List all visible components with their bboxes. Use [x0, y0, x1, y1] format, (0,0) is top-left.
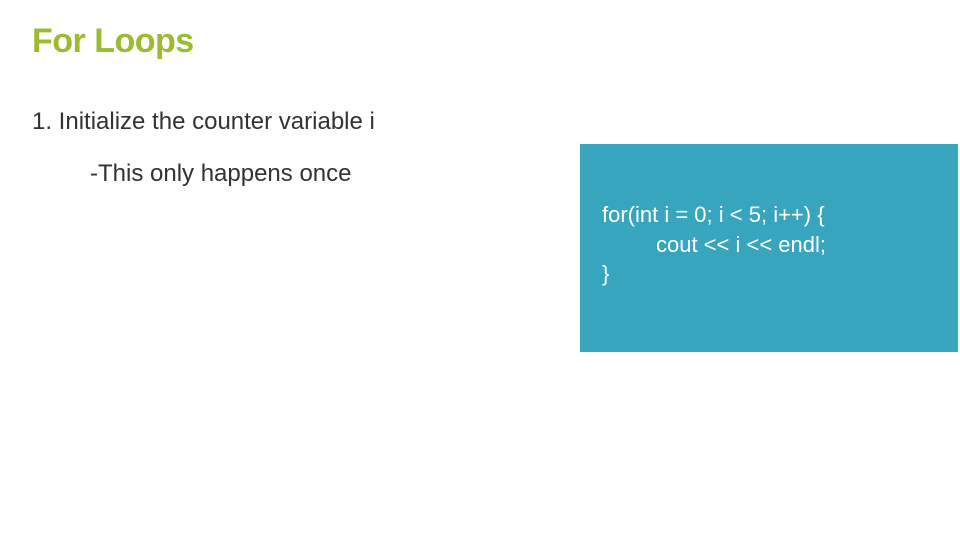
substep-text: -This only happens once [90, 160, 352, 188]
code-line-2: cout << i << endl; [602, 230, 936, 260]
step-text: 1. Initialize the counter variable i [32, 108, 375, 136]
slide: For Loops 1. Initialize the counter vari… [0, 0, 960, 540]
code-line-1: for(int i = 0; i < 5; i++) { [602, 200, 936, 230]
code-line-3: } [602, 259, 936, 289]
slide-title: For Loops [32, 22, 194, 61]
code-box: for(int i = 0; i < 5; i++) { cout << i <… [580, 144, 958, 352]
